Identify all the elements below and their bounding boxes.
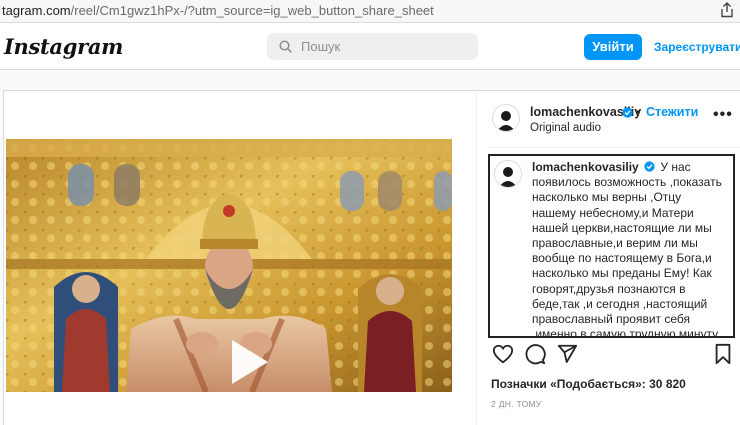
post-time[interactable]: 2 ДН. ТОМУ: [491, 399, 542, 409]
caption-username[interactable]: lomachenkovasiliy: [532, 160, 639, 174]
signup-link[interactable]: Зареєструватися: [654, 40, 740, 54]
likes-count[interactable]: Позначки «Подобається»: 30 820: [491, 377, 686, 391]
address-url[interactable]: tagram.com/reel/Cm1gwz1hPx-/?utm_source=…: [2, 3, 434, 18]
verified-badge-icon: [644, 161, 655, 172]
top-navigation: Instagram Пошук Увійти Зареєструватися: [0, 23, 740, 70]
post-header: lomachenkovasiliy • Стежити Original aud…: [488, 91, 740, 148]
search-placeholder: Пошук: [301, 39, 341, 54]
verified-badge-icon: [622, 107, 633, 118]
avatar[interactable]: [492, 104, 520, 132]
caption-body: У нас появилось возможность ,показать на…: [532, 160, 722, 338]
more-options-icon[interactable]: •••: [713, 106, 733, 124]
bookmark-icon[interactable]: [712, 343, 734, 365]
post-actions: [488, 343, 740, 369]
search-icon: [279, 40, 292, 53]
search-input[interactable]: Пошук: [267, 33, 478, 60]
caption-avatar[interactable]: [494, 160, 522, 188]
separator-dot: •: [636, 105, 641, 119]
instagram-logo[interactable]: Instagram: [4, 34, 123, 59]
caption-box: lomachenkovasiliy У нас появилось возмож…: [488, 154, 735, 338]
share-icon[interactable]: [720, 2, 734, 18]
heart-icon[interactable]: [492, 343, 514, 365]
browser-address-bar[interactable]: tagram.com/reel/Cm1gwz1hPx-/?utm_source=…: [0, 0, 740, 23]
play-icon[interactable]: [222, 336, 274, 388]
send-icon[interactable]: [556, 343, 578, 365]
comment-icon[interactable]: [524, 343, 546, 365]
follow-button[interactable]: Стежити: [646, 105, 698, 119]
post-container: lomachenkovasiliy • Стежити Original aud…: [3, 90, 740, 425]
url-host: tagram.com: [2, 3, 71, 18]
audio-label[interactable]: Original audio: [530, 122, 601, 134]
url-path: /reel/Cm1gwz1hPx-/?utm_source=ig_web_but…: [70, 3, 434, 18]
login-button[interactable]: Увійти: [584, 34, 642, 60]
caption-text: lomachenkovasiliy У нас появилось возмож…: [532, 160, 728, 338]
reel-media: [4, 91, 477, 425]
